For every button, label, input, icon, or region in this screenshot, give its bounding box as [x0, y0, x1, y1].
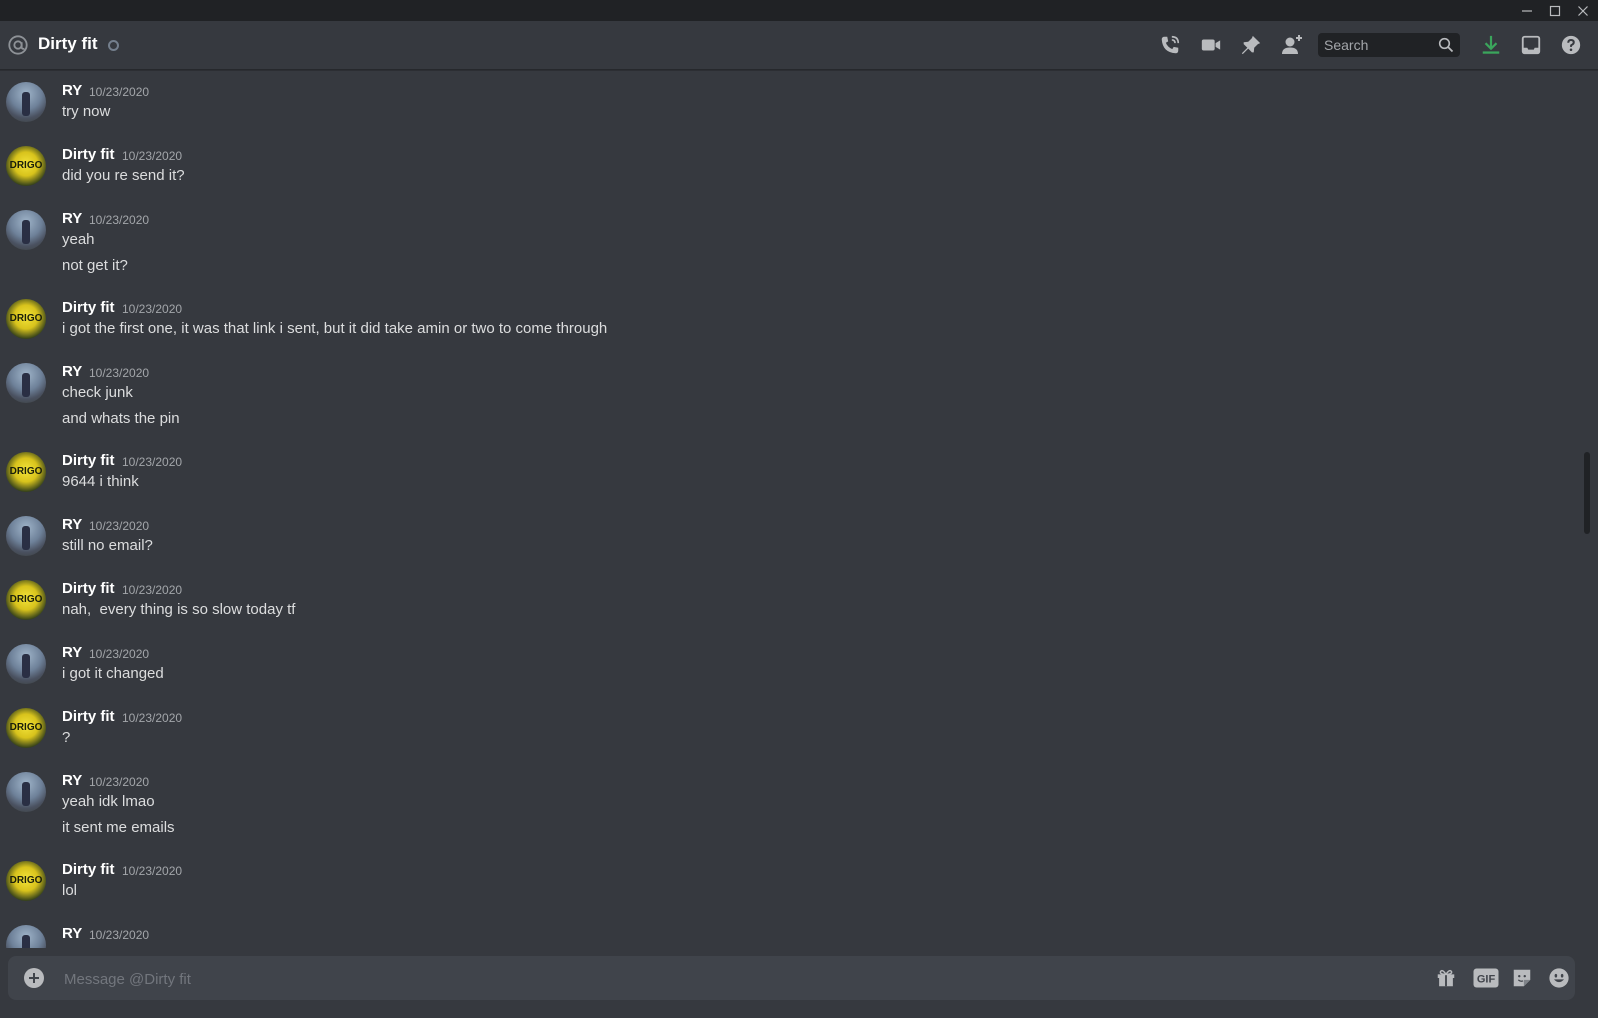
search-input[interactable] [1318, 33, 1434, 57]
scrollbar-thumb[interactable] [1584, 452, 1590, 534]
emoji-icon[interactable] [1547, 966, 1571, 990]
message-list: RY 10/23/2020 try now DRIGO Dirty fit 10… [0, 70, 1584, 948]
message-author[interactable]: RY [62, 82, 82, 99]
avatar[interactable] [6, 210, 46, 250]
window-titlebar [0, 0, 1598, 21]
message-timestamp: 10/23/2020 [122, 711, 183, 725]
message-text: it sent me emails [62, 819, 175, 836]
message-author[interactable]: Dirty fit [62, 708, 115, 725]
avatar[interactable] [6, 516, 46, 556]
message-author[interactable]: RY [62, 644, 82, 661]
message-timestamp: 10/23/2020 [89, 213, 150, 227]
message-text: ? [62, 729, 71, 746]
message-author[interactable]: Dirty fit [62, 861, 115, 878]
message-timestamp: 10/23/2020 [89, 519, 150, 533]
minimize-icon[interactable] [1513, 0, 1541, 21]
avatar[interactable] [6, 82, 46, 122]
message-text: did you re send it? [62, 167, 185, 184]
video-icon[interactable] [1199, 33, 1223, 57]
message-text: lol [62, 882, 78, 899]
message-text: check junk [62, 384, 133, 401]
message-timestamp: 10/23/2020 [122, 455, 183, 469]
message-text: nah, every thing is so slow today tf [62, 601, 296, 618]
message-timestamp: 10/23/2020 [89, 647, 150, 661]
message-text: try now [62, 103, 111, 120]
message-author[interactable]: Dirty fit [62, 580, 115, 597]
message-timestamp: 10/23/2020 [122, 149, 183, 163]
message-author[interactable]: RY [62, 925, 82, 942]
avatar[interactable]: DRIGO [6, 861, 46, 901]
message-timestamp: 10/23/2020 [122, 583, 183, 597]
message-timestamp: 10/23/2020 [122, 864, 183, 878]
help-icon[interactable] [1559, 33, 1583, 57]
close-icon[interactable] [1569, 0, 1597, 21]
message-text: not get it? [62, 257, 128, 274]
message-author[interactable]: RY [62, 363, 82, 380]
channel-header: Dirty fit [0, 21, 1598, 70]
message-text: i got the first one, it was that link i … [62, 320, 608, 337]
message-timestamp: 10/23/2020 [89, 85, 150, 99]
avatar[interactable]: DRIGO [6, 146, 46, 186]
avatar[interactable] [6, 363, 46, 403]
avatar[interactable]: DRIGO [6, 452, 46, 492]
message-author[interactable]: Dirty fit [62, 146, 115, 163]
message-timestamp: 10/23/2020 [89, 775, 150, 789]
message-author[interactable]: RY [62, 210, 82, 227]
search-icon[interactable] [1438, 37, 1454, 53]
search-bar[interactable] [1318, 33, 1460, 57]
avatar[interactable]: DRIGO [6, 299, 46, 339]
gif-icon[interactable]: GIF [1472, 966, 1500, 990]
avatar[interactable] [6, 925, 46, 948]
message-text: yeah idk lmao [62, 793, 155, 810]
sticker-icon[interactable] [1510, 966, 1534, 990]
message-text: i got it changed [62, 665, 164, 682]
message-text: and whats the pin [62, 410, 180, 427]
inbox-icon[interactable] [1519, 33, 1543, 57]
avatar[interactable]: DRIGO [6, 708, 46, 748]
avatar[interactable] [6, 772, 46, 812]
svg-text:GIF: GIF [1477, 974, 1496, 986]
message-timestamp: 10/23/2020 [89, 366, 150, 380]
message-text: yeah [62, 231, 95, 248]
message-input[interactable] [62, 956, 1406, 1002]
message-author[interactable]: RY [62, 516, 82, 533]
message-text: 9644 i think [62, 473, 139, 490]
avatar[interactable]: DRIGO [6, 580, 46, 620]
avatar[interactable] [6, 644, 46, 684]
message-author[interactable]: Dirty fit [62, 299, 115, 316]
call-icon[interactable] [1158, 33, 1182, 57]
message-text: still no email? [62, 537, 153, 554]
message-composer: GIF [8, 956, 1575, 1002]
page-title: Dirty fit [38, 34, 98, 53]
at-sign-icon [8, 35, 28, 55]
message-author[interactable]: RY [62, 772, 82, 789]
add-friend-icon[interactable] [1280, 33, 1304, 57]
gift-icon[interactable] [1434, 966, 1458, 990]
message-author[interactable]: Dirty fit [62, 452, 115, 469]
pin-icon[interactable] [1239, 33, 1263, 57]
download-icon[interactable] [1479, 33, 1503, 57]
message-timestamp: 10/23/2020 [122, 302, 183, 316]
message-timestamp: 10/23/2020 [89, 928, 150, 942]
status-indicator [108, 40, 119, 51]
maximize-icon[interactable] [1541, 0, 1569, 21]
add-attachment-icon[interactable] [24, 968, 44, 988]
